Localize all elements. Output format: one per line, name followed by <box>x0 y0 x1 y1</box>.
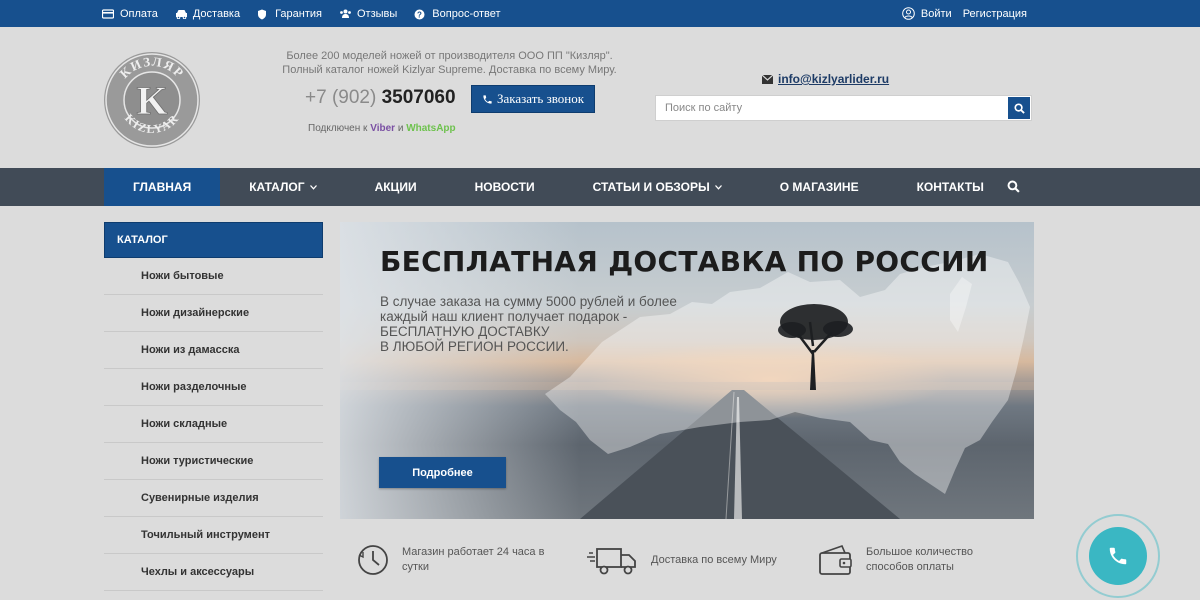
messengers-note: Подключен к Viber и WhatsApp <box>308 123 456 134</box>
email-contact: info@kizlyarlider.ru <box>762 72 889 86</box>
nav-label: ГЛАВНАЯ <box>133 180 192 194</box>
email-link[interactable]: info@kizlyarlider.ru <box>778 72 889 86</box>
sidebar-item-folding[interactable]: Ножи складные <box>104 406 323 443</box>
sidebar-item-butcher[interactable]: Ножи разделочные <box>104 369 323 406</box>
top-links: Оплата Доставка Гарантия Отзывы ? Вопрос… <box>102 0 518 27</box>
search-button[interactable] <box>1008 97 1030 119</box>
user-circle-icon <box>902 7 915 20</box>
top-link-faq[interactable]: ? Вопрос-ответ <box>414 7 501 20</box>
search-input[interactable] <box>656 96 1006 120</box>
banner-title: БЕСПЛАТНАЯ ДОСТАВКА ПО РОССИИ <box>380 245 989 278</box>
account-links: Войти Регистрация <box>891 0 1027 27</box>
feature-delivery-text: Доставка по всему Миру <box>651 553 777 566</box>
phone-main: 3507060 <box>381 87 456 108</box>
shield-icon <box>257 9 269 19</box>
register-label: Регистрация <box>962 7 1027 20</box>
envelope-icon <box>762 74 773 84</box>
svg-text:?: ? <box>417 10 422 19</box>
sidebar-item-sharpening[interactable]: Точильный инструмент <box>104 517 323 554</box>
nav-search-button[interactable] <box>1007 180 1020 198</box>
floating-call-circle <box>1089 527 1147 585</box>
banner-more-button[interactable]: Подробнее <box>379 457 506 488</box>
nav-about[interactable]: О МАГАЗИНЕ <box>751 168 888 206</box>
login-label: Войти <box>920 7 952 20</box>
banner-text: В случае заказа на сумму 5000 рублей и б… <box>380 294 677 354</box>
promo-banner: БЕСПЛАТНАЯ ДОСТАВКА ПО РОССИИ В случае з… <box>340 222 1034 519</box>
order-call-button[interactable]: Заказать звонок <box>471 85 595 113</box>
top-link-label: Доставка <box>192 7 241 20</box>
feature-payment-line2: способов оплаты <box>866 561 954 573</box>
nav-label: КОНТАКТЫ <box>916 180 984 194</box>
whatsapp-label[interactable]: WhatsApp <box>406 123 455 134</box>
top-link-payment[interactable]: Оплата <box>102 8 158 20</box>
phone-icon <box>1109 547 1127 565</box>
truck-icon <box>587 548 636 575</box>
nav-news[interactable]: НОВОСТИ <box>446 168 564 206</box>
phone-number[interactable]: +7 (902) 3507060 <box>305 87 456 109</box>
nav-label: НОВОСТИ <box>474 180 535 194</box>
search-icon <box>1013 102 1025 114</box>
feature-24h-line2: сутки <box>402 561 429 573</box>
site-search <box>655 95 1032 121</box>
phone-icon <box>483 94 492 104</box>
feature-delivery: Доставка по всему Миру <box>587 543 777 577</box>
nav-sales[interactable]: АКЦИИ <box>346 168 446 206</box>
nav-label: О МАГАЗИНЕ <box>779 180 859 194</box>
tagline-line-1: Более 200 моделей ножей от производителя… <box>286 50 613 62</box>
messengers-and: и <box>397 123 404 134</box>
top-link-label: Оплата <box>120 7 158 20</box>
sidebar-item-household[interactable]: Ножи бытовые <box>104 258 323 295</box>
nav-home[interactable]: ГЛАВНАЯ <box>104 168 221 206</box>
register-link[interactable]: Регистрация <box>963 8 1027 20</box>
nav-contacts[interactable]: КОНТАКТЫ <box>888 168 1013 206</box>
credit-card-icon <box>102 8 114 19</box>
chevron-down-icon <box>309 184 317 190</box>
top-link-label: Гарантия <box>275 7 322 20</box>
nav-articles[interactable]: СТАТЬИ И ОБЗОРЫ <box>564 168 751 206</box>
top-link-delivery[interactable]: Доставка <box>175 8 240 20</box>
sidebar-item-souvenir[interactable]: Сувенирные изделия <box>104 480 323 517</box>
nav-label: АКЦИИ <box>374 180 417 194</box>
top-link-warranty[interactable]: Гарантия <box>257 8 322 20</box>
chevron-down-icon <box>714 184 722 190</box>
site-logo[interactable]: КИЗЛЯР KIZLYAR K <box>102 50 202 150</box>
feature-24h-line1: Магазин работает 24 часа в <box>402 546 545 558</box>
users-icon <box>339 9 351 19</box>
top-bar: Оплата Доставка Гарантия Отзывы ? Вопрос… <box>0 0 1200 27</box>
site-header: КИЗЛЯР KIZLYAR K Более 200 моделей ножей… <box>0 27 1200 168</box>
wallet-icon <box>819 544 852 575</box>
sidebar-item-designer[interactable]: Ножи дизайнерские <box>104 295 323 332</box>
car-icon <box>175 9 187 19</box>
phone-prefix: +7 (902) <box>305 87 377 108</box>
sidebar-item-sheaths[interactable]: Чехлы и аксессуары <box>104 554 323 591</box>
messengers-prefix: Подключен к <box>308 123 368 134</box>
svg-text:K: K <box>136 78 167 123</box>
main-nav: ГЛАВНАЯ КАТАЛОГ АКЦИИ НОВОСТИ СТАТЬИ И О… <box>0 168 1200 206</box>
feature-payment-line1: Большое количество <box>866 546 973 558</box>
nav-label: КАТАЛОГ <box>249 180 305 194</box>
tagline-line-2: Полный каталог ножей Kizlyar Supreme. До… <box>282 64 617 76</box>
question-circle-icon: ? <box>414 9 426 19</box>
order-call-label: Заказать звонок <box>496 91 585 106</box>
feature-24h: Магазин работает 24 часа в сутки <box>356 543 544 577</box>
sidebar-item-tourist[interactable]: Ножи туристические <box>104 443 323 480</box>
search-icon <box>1007 180 1020 193</box>
sidebar-title[interactable]: КАТАЛОГ <box>104 222 323 258</box>
feature-payment: Большое количество способов оплаты <box>818 543 973 577</box>
viber-label[interactable]: Viber <box>370 123 395 134</box>
floating-call-button[interactable] <box>1076 514 1160 598</box>
nav-catalog[interactable]: КАТАЛОГ <box>220 168 345 206</box>
top-link-label: Отзывы <box>357 7 398 20</box>
site-tagline: Более 200 моделей ножей от производителя… <box>262 49 637 77</box>
top-link-label: Вопрос-ответ <box>432 7 501 20</box>
login-link[interactable]: Войти <box>902 7 952 20</box>
top-link-reviews[interactable]: Отзывы <box>339 8 397 20</box>
clock-icon <box>358 545 388 575</box>
nav-label: СТАТЬИ И ОБЗОРЫ <box>592 180 710 194</box>
sidebar-item-damascus[interactable]: Ножи из дамасска <box>104 332 323 369</box>
catalog-sidebar: КАТАЛОГ Ножи бытовые Ножи дизайнерские Н… <box>104 222 323 591</box>
kizlyar-logo-icon: КИЗЛЯР KIZLYAR K <box>104 52 200 148</box>
